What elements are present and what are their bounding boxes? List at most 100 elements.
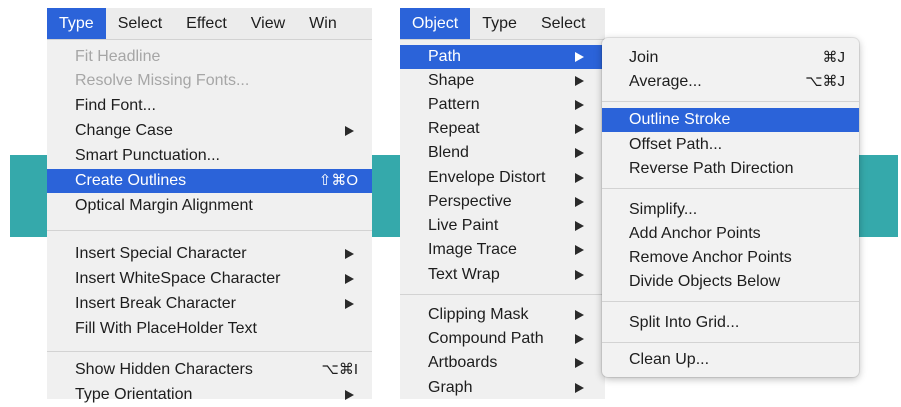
menu-separator bbox=[47, 230, 372, 231]
submenu-item-offset-path[interactable]: Offset Path... bbox=[602, 133, 859, 157]
menu-item-label: Show Hidden Characters bbox=[75, 361, 253, 378]
submenu-arrow-icon bbox=[575, 310, 584, 320]
submenu-arrow-icon bbox=[575, 358, 584, 368]
menubar-type[interactable]: Type bbox=[470, 8, 529, 39]
submenu-item-outline-stroke[interactable]: Outline Stroke bbox=[602, 108, 859, 132]
menubar-select[interactable]: Select bbox=[106, 8, 174, 39]
submenu-arrow-icon bbox=[575, 221, 584, 231]
menu-item-show-hidden-characters[interactable]: Show Hidden Characters ⌥⌘I bbox=[47, 358, 372, 382]
submenu-arrow-icon bbox=[575, 76, 584, 86]
menu-item-label: Simplify... bbox=[629, 201, 698, 218]
menu-item-label: Remove Anchor Points bbox=[629, 249, 792, 266]
submenu-arrow-icon bbox=[575, 124, 584, 134]
teal-band-middle bbox=[372, 155, 400, 237]
submenu-arrow-icon bbox=[575, 383, 584, 393]
teal-band-left bbox=[10, 155, 50, 237]
menu-item-label: Artboards bbox=[428, 354, 498, 371]
submenu-arrow-icon bbox=[575, 148, 584, 158]
submenu-item-remove-anchor-points[interactable]: Remove Anchor Points bbox=[602, 246, 859, 270]
menu-item-fill-with-placeholder-text[interactable]: Fill With PlaceHolder Text bbox=[47, 317, 372, 341]
submenu-item-reverse-path-direction[interactable]: Reverse Path Direction bbox=[602, 157, 859, 181]
submenu-item-split-into-grid[interactable]: Split Into Grid... bbox=[602, 311, 859, 335]
menubar-type[interactable]: Type bbox=[47, 8, 106, 39]
submenu-arrow-icon bbox=[575, 52, 584, 62]
menu-item-image-trace[interactable]: Image Trace bbox=[400, 238, 605, 262]
menu-item-change-case[interactable]: Change Case bbox=[47, 119, 372, 143]
menu-separator bbox=[602, 301, 859, 302]
menu-item-compound-path[interactable]: Compound Path bbox=[400, 327, 605, 351]
menu-item-live-paint[interactable]: Live Paint bbox=[400, 214, 605, 238]
path-submenu: Join ⌘J Average... ⌥⌘J Outline Stroke Of… bbox=[602, 38, 859, 377]
submenu-arrow-icon bbox=[345, 126, 354, 136]
submenu-arrow-icon bbox=[575, 173, 584, 183]
type-menu-panel: Type Select Effect View Win Fit Headline… bbox=[47, 8, 372, 403]
menu-item-label: Clipping Mask bbox=[428, 306, 529, 323]
submenu-item-simplify[interactable]: Simplify... bbox=[602, 198, 859, 222]
menu-item-label: Compound Path bbox=[428, 330, 544, 347]
submenu-item-divide-objects-below[interactable]: Divide Objects Below bbox=[602, 270, 859, 294]
menu-item-insert-break-character[interactable]: Insert Break Character bbox=[47, 292, 372, 316]
submenu-arrow-icon bbox=[345, 274, 354, 284]
menu-item-label: Perspective bbox=[428, 193, 512, 210]
menu-separator bbox=[47, 351, 372, 352]
menu-item-clipping-mask[interactable]: Clipping Mask bbox=[400, 303, 605, 327]
menu-item-label: Optical Margin Alignment bbox=[75, 197, 253, 214]
menu-separator bbox=[602, 342, 859, 343]
menu-item-find-font[interactable]: Find Font... bbox=[47, 94, 372, 118]
menu-item-text-wrap[interactable]: Text Wrap bbox=[400, 263, 605, 287]
menubar-object[interactable]: Object bbox=[400, 8, 471, 39]
menu-item-label: Fill With PlaceHolder Text bbox=[75, 320, 257, 337]
menu-item-label: Smart Punctuation... bbox=[75, 147, 220, 164]
menu-item-blend[interactable]: Blend bbox=[400, 141, 605, 165]
menu-item-smart-punctuation[interactable]: Smart Punctuation... bbox=[47, 144, 372, 168]
submenu-item-clean-up[interactable]: Clean Up... bbox=[602, 348, 859, 372]
submenu-item-join[interactable]: Join ⌘J bbox=[602, 46, 859, 70]
menu-item-perspective[interactable]: Perspective bbox=[400, 190, 605, 214]
menu-separator bbox=[602, 188, 859, 189]
submenu-item-average[interactable]: Average... ⌥⌘J bbox=[602, 70, 859, 94]
menu-item-label: Average... bbox=[629, 73, 702, 90]
menu-item-label: Type Orientation bbox=[75, 386, 193, 403]
menu-item-label: Join bbox=[629, 49, 659, 66]
menu-item-pattern[interactable]: Pattern bbox=[400, 93, 605, 117]
menu-item-label: Insert WhiteSpace Character bbox=[75, 270, 281, 287]
object-menu: Path Shape Pattern Repeat Blend Envelope… bbox=[400, 39, 605, 399]
menu-item-artboards[interactable]: Artboards bbox=[400, 351, 605, 375]
menu-item-create-outlines[interactable]: Create Outlines ⇧⌘O bbox=[47, 169, 372, 193]
submenu-arrow-icon bbox=[575, 270, 584, 280]
menubar-select[interactable]: Select bbox=[529, 8, 597, 39]
menu-item-label: Shape bbox=[428, 72, 475, 89]
menubar: Object Type Select bbox=[400, 8, 605, 39]
menu-item-graph[interactable]: Graph bbox=[400, 376, 605, 400]
menu-item-optical-margin-alignment[interactable]: Optical Margin Alignment bbox=[47, 194, 372, 218]
menu-item-label: Graph bbox=[428, 379, 473, 396]
menu-item-insert-special-character[interactable]: Insert Special Character bbox=[47, 242, 372, 266]
submenu-arrow-icon bbox=[345, 299, 354, 309]
menu-item-insert-whitespace-character[interactable]: Insert WhiteSpace Character bbox=[47, 267, 372, 291]
menu-item-label: Change Case bbox=[75, 122, 173, 139]
menu-item-label: Divide Objects Below bbox=[629, 273, 781, 290]
menu-item-label: Insert Special Character bbox=[75, 245, 247, 262]
submenu-arrow-icon bbox=[575, 334, 584, 344]
menubar-view[interactable]: View bbox=[239, 8, 297, 39]
submenu-arrow-icon bbox=[575, 100, 584, 110]
menu-item-label: Offset Path... bbox=[629, 136, 723, 153]
menu-item-label: Create Outlines bbox=[75, 172, 187, 189]
menu-separator bbox=[400, 294, 605, 295]
menu-item-label: Outline Stroke bbox=[629, 111, 731, 128]
submenu-arrow-icon bbox=[575, 197, 584, 207]
menubar-window[interactable]: Win bbox=[297, 8, 349, 39]
menu-item-repeat[interactable]: Repeat bbox=[400, 117, 605, 141]
menu-item-type-orientation[interactable]: Type Orientation bbox=[47, 383, 372, 407]
submenu-item-add-anchor-points[interactable]: Add Anchor Points bbox=[602, 222, 859, 246]
menu-item-label: Live Paint bbox=[428, 217, 499, 234]
menu-item-fit-headline: Fit Headline bbox=[47, 45, 372, 69]
menu-item-label: Text Wrap bbox=[428, 266, 500, 283]
menu-item-shape[interactable]: Shape bbox=[400, 69, 605, 93]
menu-item-label: Find Font... bbox=[75, 97, 156, 114]
menubar-effect[interactable]: Effect bbox=[174, 8, 239, 39]
menu-item-label: Path bbox=[428, 48, 461, 65]
menu-item-path[interactable]: Path bbox=[400, 45, 605, 69]
menu-item-envelope-distort[interactable]: Envelope Distort bbox=[400, 166, 605, 190]
menu-item-label: Clean Up... bbox=[629, 351, 710, 368]
